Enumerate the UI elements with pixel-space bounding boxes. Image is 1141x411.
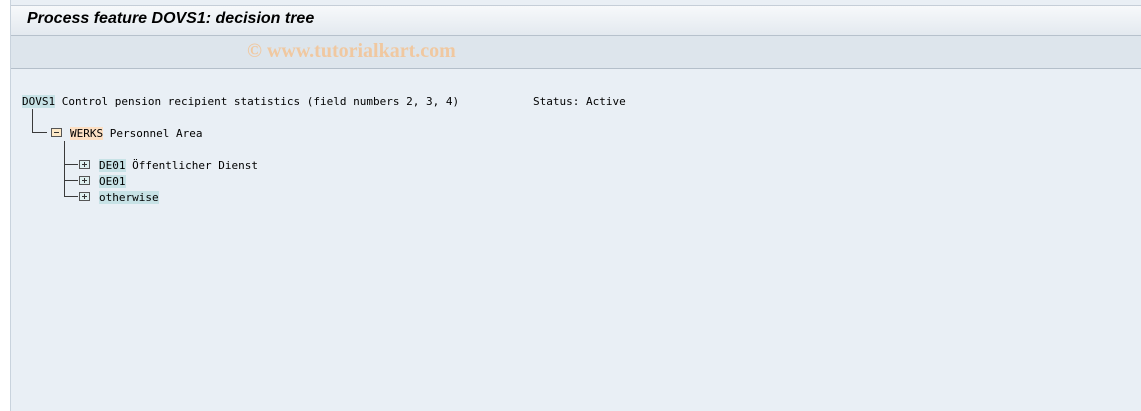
collapse-folder-icon[interactable]	[51, 128, 62, 137]
expand-folder-icon[interactable]	[79, 160, 90, 169]
expand-folder-icon[interactable]	[79, 176, 90, 185]
tree-root-row[interactable]: DOVS1 Control pension recipient statisti…	[22, 95, 459, 109]
leaf-key[interactable]: OE01	[99, 175, 126, 188]
feature-description: Control pension recipient statistics (fi…	[55, 95, 460, 108]
tree-area: DOVS1 Control pension recipient statisti…	[11, 70, 1141, 411]
leaf-key[interactable]: DE01	[99, 159, 126, 172]
node-description: Personnel Area	[103, 127, 203, 140]
tree-connector-root	[32, 109, 33, 132]
tree-leaf-row[interactable]: OE01	[99, 175, 126, 189]
tree-connector-leaf-1	[64, 164, 78, 165]
page-title: Process feature DOVS1: decision tree	[27, 10, 315, 27]
title-bar: Process feature DOVS1: decision tree	[11, 5, 1141, 36]
expand-folder-icon[interactable]	[79, 192, 90, 201]
tree-node-row[interactable]: WERKS Personnel Area	[70, 127, 202, 141]
tree-connector-leaf-2	[64, 180, 78, 181]
status-text: Status: Active	[533, 95, 626, 108]
leaf-key[interactable]: otherwise	[99, 191, 159, 204]
feature-key[interactable]: DOVS1	[22, 95, 56, 108]
decision-tree-window: Process feature DOVS1: decision tree © w…	[10, 0, 1141, 411]
tree-connector-branch	[64, 141, 65, 197]
tree-leaf-row[interactable]: DE01 Öffentlicher Dienst	[99, 159, 258, 173]
leaf-description: Öffentlicher Dienst	[125, 159, 258, 172]
tree-connector-leaf-3	[64, 196, 78, 197]
watermark: © www.tutorialkart.com	[247, 40, 456, 62]
application-toolbar: © www.tutorialkart.com	[11, 36, 1141, 69]
tree-leaf-row[interactable]: otherwise	[99, 191, 159, 205]
node-key[interactable]: WERKS	[70, 127, 104, 140]
tree-connector-node	[32, 132, 47, 133]
